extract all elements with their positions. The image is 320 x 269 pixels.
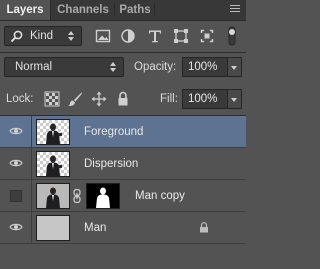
layer-thumbnail — [36, 215, 70, 241]
lock-row: Lock: Fill: 100% — [0, 84, 246, 114]
lock-transparent-pixels-icon[interactable] — [44, 91, 60, 107]
type-filter-icon[interactable] — [147, 28, 163, 44]
hidden-visibility-box — [10, 190, 22, 202]
filter-kind-label: Kind — [30, 30, 54, 42]
layer-row-foreground[interactable]: Foreground — [0, 116, 246, 148]
layer-visibility-toggle[interactable] — [0, 212, 32, 243]
layer-visibility-toggle[interactable] — [0, 116, 32, 147]
lock-position-move-icon[interactable] — [91, 91, 107, 107]
lock-image-pixels-brush-icon[interactable] — [67, 91, 83, 107]
up-down-arrows-icon — [68, 31, 75, 41]
layer-lock-icon — [199, 222, 209, 236]
layer-visibility-toggle[interactable] — [0, 180, 32, 211]
smart-object-filter-icon[interactable] — [199, 28, 215, 44]
tab-channels[interactable]: Channels — [52, 0, 114, 20]
divider — [0, 52, 246, 53]
panel-tab-bar: Layers Channels Paths — [0, 0, 246, 21]
layers-list: Foreground Dispersion Man copy Man — [0, 116, 246, 269]
fill-label: Fill: — [160, 93, 178, 105]
layer-row-dispersion[interactable]: Dispersion — [0, 148, 246, 180]
eye-icon — [9, 223, 23, 231]
layer-row-man[interactable]: Man — [0, 212, 246, 244]
filter-kind-select[interactable]: Kind — [4, 26, 82, 46]
panel-menu-icon[interactable] — [230, 5, 240, 15]
eye-icon — [9, 127, 23, 135]
layers-panel: Layers Channels Paths Kind Normal Opacit… — [0, 0, 246, 269]
lock-label: Lock: — [6, 93, 34, 105]
adjustment-filter-icon[interactable] — [120, 28, 136, 44]
mask-link-chain-icon[interactable] — [73, 188, 81, 206]
tab-layers[interactable]: Layers — [0, 0, 51, 20]
layer-visibility-toggle[interactable] — [0, 148, 32, 179]
layer-thumbnail — [36, 151, 70, 177]
opacity-dropdown-button[interactable] — [228, 57, 242, 77]
layer-mask-thumbnail[interactable] — [86, 183, 120, 209]
layer-thumbnail — [36, 183, 70, 209]
tab-paths[interactable]: Paths — [116, 0, 154, 20]
opacity-input[interactable]: 100% — [182, 57, 228, 77]
layer-name: Foreground — [84, 126, 144, 138]
tab-separator — [114, 4, 115, 16]
layer-name: Man copy — [135, 190, 185, 202]
filter-toggle-switch[interactable] — [226, 26, 238, 46]
layer-row-man-copy[interactable]: Man copy — [0, 180, 246, 212]
fill-dropdown-button[interactable] — [228, 89, 242, 109]
blend-mode-select[interactable]: Normal — [4, 57, 124, 77]
fill-input[interactable]: 100% — [182, 89, 228, 109]
layer-name: Man — [84, 222, 107, 234]
shape-filter-icon[interactable] — [173, 28, 189, 44]
opacity-label: Opacity: — [134, 61, 177, 73]
lock-all-icon[interactable] — [115, 91, 131, 107]
eye-icon — [9, 159, 23, 167]
search-icon — [10, 30, 24, 49]
up-down-arrows-icon — [110, 62, 117, 72]
tab-separator — [154, 4, 155, 16]
blend-mode-value: Normal — [15, 61, 53, 73]
layer-name: Dispersion — [84, 158, 139, 170]
image-filter-icon[interactable] — [95, 28, 111, 44]
layer-thumbnail — [36, 119, 70, 145]
blend-mode-row: Normal Opacity: 100% — [0, 54, 246, 80]
layer-filter-row: Kind — [0, 22, 246, 52]
